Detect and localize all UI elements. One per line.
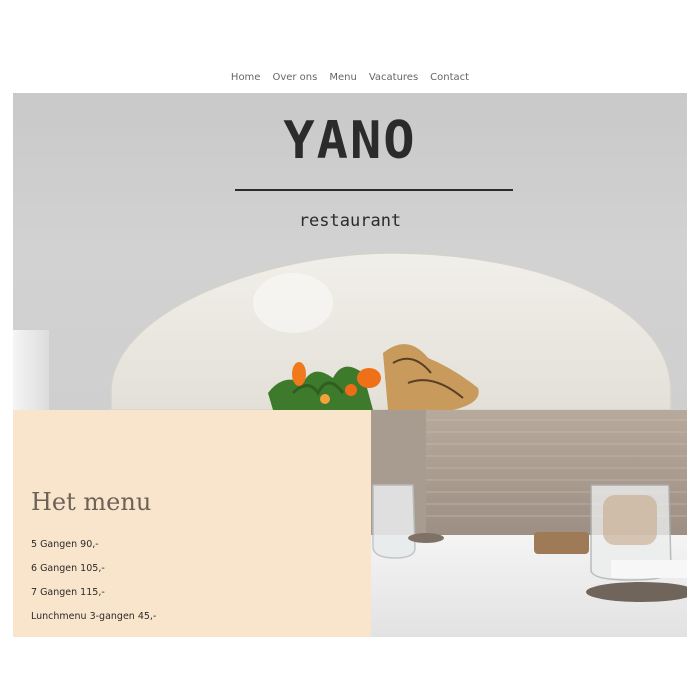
nav-over-ons-link[interactable]: Over ons — [272, 72, 317, 92]
menu-title: Het menu — [31, 488, 152, 516]
menu-item: 5 Gangen 90,- — [31, 539, 99, 550]
main-nav: Home Over ons Menu Vacatures Contact — [0, 72, 700, 92]
logo-divider — [235, 189, 513, 191]
menu-panel: Het menu 5 Gangen 90,- 6 Gangen 105,- 7 … — [13, 410, 371, 637]
nav-contact-link[interactable]: Contact — [430, 72, 469, 92]
table-setting-photo — [371, 410, 687, 637]
menu-item: Lunchmenu 3-gangen 45,- — [31, 611, 157, 622]
nav-home-link[interactable]: Home — [231, 72, 261, 92]
nav-menu-link[interactable]: Menu — [329, 72, 356, 92]
nav-vacatures-link[interactable]: Vacatures — [369, 72, 418, 92]
logo-title: YANO — [283, 111, 417, 171]
logo-subtitle: restaurant — [298, 211, 402, 231]
table-setting-image — [371, 410, 687, 637]
menu-item: 7 Gangen 115,- — [31, 587, 105, 598]
hero-banner: YANO restaurant — [13, 93, 687, 410]
menu-list: 5 Gangen 90,- 6 Gangen 105,- 7 Gangen 11… — [31, 538, 156, 634]
menu-item: 6 Gangen 105,- — [31, 563, 105, 574]
